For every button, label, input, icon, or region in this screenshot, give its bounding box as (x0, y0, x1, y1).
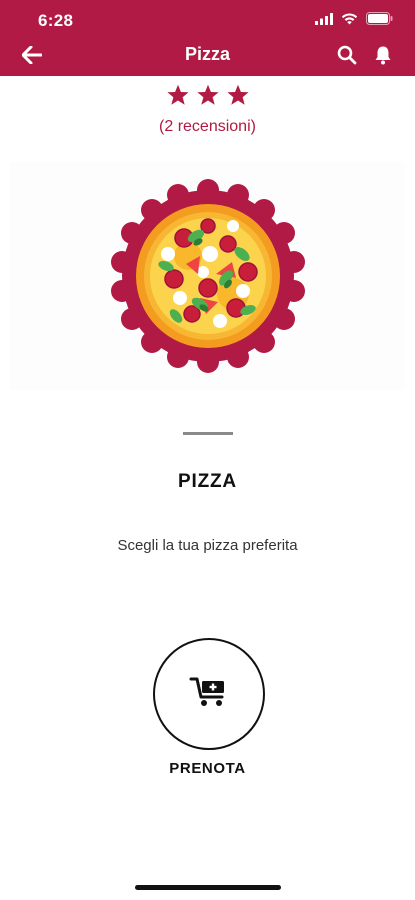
divider (183, 432, 233, 435)
book-button[interactable] (153, 638, 265, 750)
battery-icon (366, 12, 393, 30)
bell-icon (374, 45, 392, 70)
product-image (10, 162, 405, 390)
top-bar: 6:28 Pizza (0, 0, 415, 76)
wifi-icon (341, 12, 358, 30)
home-indicator (135, 885, 281, 890)
product-description: Scegli la tua pizza preferita (117, 537, 298, 554)
product-title: PIZZA (178, 471, 237, 492)
star-rating (0, 84, 415, 107)
pizza-illustration (110, 179, 305, 373)
signal-icon (315, 12, 333, 30)
app-bar: Pizza (0, 38, 415, 76)
book-label[interactable]: PRENOTA (0, 760, 415, 777)
star-icon (196, 84, 220, 107)
status-bar: 6:28 (0, 0, 415, 40)
cart-add-icon (189, 675, 229, 714)
search-icon (337, 45, 357, 70)
notifications-button[interactable] (371, 45, 395, 69)
status-time: 6:28 (38, 11, 74, 30)
star-icon (166, 84, 190, 107)
status-icons (315, 12, 393, 30)
search-button[interactable] (335, 45, 359, 69)
star-icon (226, 84, 250, 107)
reviews-link[interactable]: (2 recensioni) (0, 118, 415, 136)
